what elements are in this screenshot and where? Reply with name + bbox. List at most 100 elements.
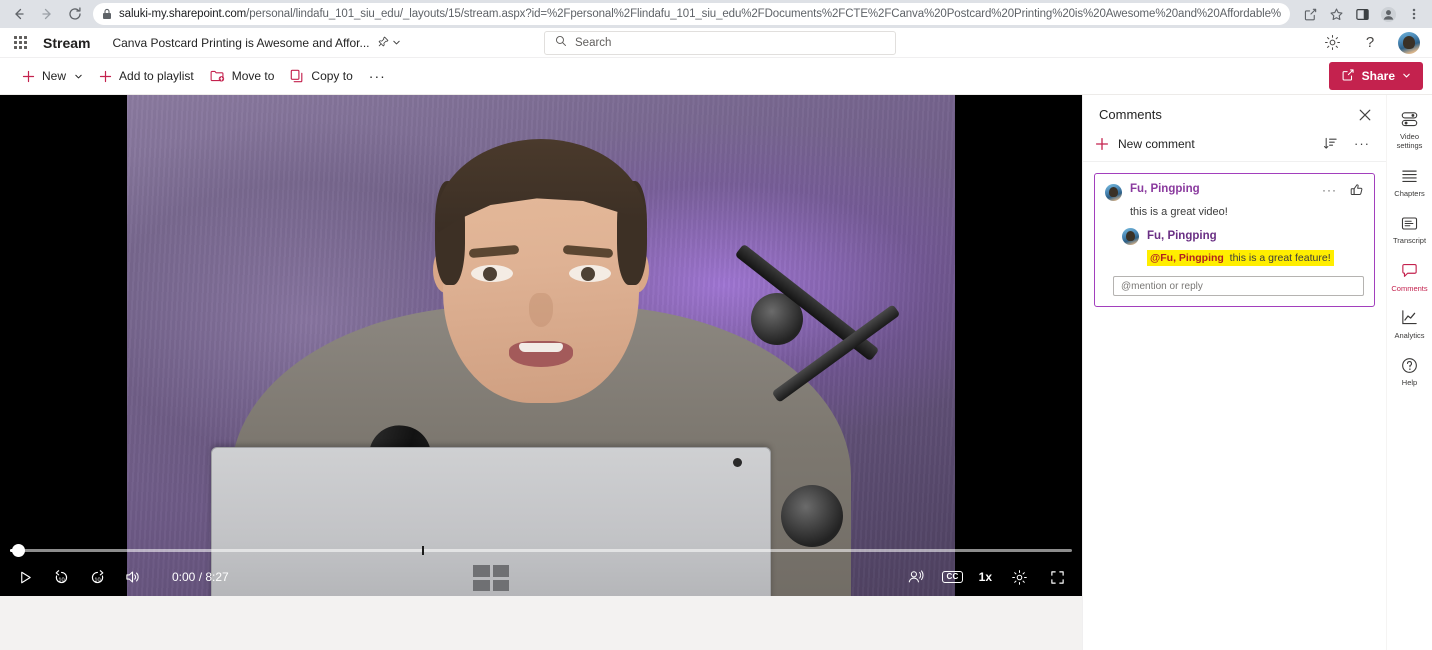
progress-bar[interactable] xyxy=(10,543,1072,557)
forward-arrow-icon[interactable] xyxy=(34,1,60,27)
video-subject xyxy=(127,95,955,596)
app-brand[interactable]: Stream xyxy=(43,35,90,51)
chevron-down-icon[interactable] xyxy=(392,34,401,52)
comment-actions: ··· xyxy=(1322,183,1364,197)
pin-icon[interactable] xyxy=(378,34,389,52)
profile-icon[interactable] xyxy=(1376,2,1400,26)
move-to-label: Move to xyxy=(231,69,275,83)
new-button[interactable]: New xyxy=(14,61,91,91)
plus-icon xyxy=(22,70,35,83)
player-controls: 10 10 0:00 / 8:27 CC 1x xyxy=(0,541,1082,596)
time-display: 0:00 / 8:27 xyxy=(172,570,229,584)
url-text: saluki-my.sharepoint.com/personal/lindaf… xyxy=(119,8,1281,20)
new-comment-button[interactable]: New comment xyxy=(1095,137,1195,151)
comment-text: this is a great video! xyxy=(1130,206,1228,218)
video-frame xyxy=(127,95,955,596)
rail-label: Chapters xyxy=(1394,188,1425,198)
address-bar[interactable]: saluki-my.sharepoint.com/personal/lindaf… xyxy=(93,3,1290,25)
closed-captions-button[interactable]: CC xyxy=(942,571,963,583)
rewind-10-icon[interactable]: 10 xyxy=(50,566,72,588)
rail-item-analytics[interactable]: Analytics xyxy=(1387,308,1432,340)
comments-title: Comments xyxy=(1099,107,1162,122)
copy-to-label: Copy to xyxy=(311,69,353,83)
copy-icon xyxy=(290,69,304,83)
noise-suppression-icon[interactable] xyxy=(904,566,926,588)
control-row: 10 10 0:00 / 8:27 CC 1x xyxy=(0,558,1082,596)
add-to-playlist-label: Add to playlist xyxy=(119,69,194,83)
reply-author: Fu, Pingping xyxy=(1147,230,1217,242)
comment-marker[interactable] xyxy=(422,546,424,555)
comment-more-options-icon[interactable]: ··· xyxy=(1322,184,1337,196)
share-icon[interactable] xyxy=(1298,2,1322,26)
letterbox-right xyxy=(955,95,1082,596)
forward-10-icon[interactable]: 10 xyxy=(86,566,108,588)
avatar xyxy=(1122,228,1139,245)
search-placeholder: Search xyxy=(575,36,612,49)
command-bar: New Add to playlist Move to Copy to ··· … xyxy=(0,58,1432,95)
comments-actions: New comment ··· xyxy=(1083,132,1386,162)
overflow-menu-button[interactable]: ··· xyxy=(361,68,394,84)
close-icon[interactable] xyxy=(1358,108,1372,122)
chapters-icon xyxy=(1400,166,1419,186)
comments-panel: Comments New comment ··· Fu, Pingping ··… xyxy=(1082,95,1386,650)
svg-text:10: 10 xyxy=(94,577,100,583)
title-pin-group[interactable] xyxy=(378,34,401,52)
comment-author: Fu, Pingping xyxy=(1130,183,1200,195)
thumbs-up-icon[interactable] xyxy=(1350,183,1364,197)
three-dot-menu-icon[interactable] xyxy=(1402,2,1426,26)
volume-icon[interactable] xyxy=(122,566,144,588)
question-mark-icon[interactable]: ? xyxy=(1360,33,1380,53)
video-player[interactable]: 10 10 0:00 / 8:27 CC 1x xyxy=(0,95,1082,596)
user-avatar[interactable] xyxy=(1398,31,1420,54)
rail-item-help[interactable]: Help xyxy=(1387,355,1432,387)
share-button[interactable]: Share xyxy=(1328,62,1423,90)
mention-token: @Fu, Pingping xyxy=(1150,252,1224,264)
new-label: New xyxy=(42,69,67,83)
search-input[interactable]: Search xyxy=(544,30,896,55)
progress-thumb[interactable] xyxy=(12,544,25,557)
reload-icon[interactable] xyxy=(62,1,88,27)
main-body: 10 10 0:00 / 8:27 CC 1x Comments New com… xyxy=(0,95,1432,650)
app-launcher-icon[interactable] xyxy=(7,30,33,56)
rail-item-video-settings[interactable]: Video settings xyxy=(1387,109,1432,151)
reply-input[interactable]: @mention or reply xyxy=(1113,276,1364,297)
back-arrow-icon[interactable] xyxy=(6,1,32,27)
chevron-down-icon xyxy=(74,72,83,81)
add-to-playlist-button[interactable]: Add to playlist xyxy=(91,61,202,91)
gear-icon[interactable] xyxy=(1008,566,1030,588)
share-label: Share xyxy=(1361,69,1395,83)
chevron-down-icon xyxy=(1402,69,1411,83)
document-title: Canva Postcard Printing is Awesome and A… xyxy=(112,35,370,50)
move-folder-icon xyxy=(210,69,225,83)
rail-label: Transcript xyxy=(1392,236,1427,246)
gear-icon[interactable] xyxy=(1322,33,1342,53)
comments-more-options-icon[interactable]: ··· xyxy=(1354,136,1370,151)
reply-text-highlight: @Fu, Pingping this is a great feature! xyxy=(1147,250,1334,267)
playback-speed-button[interactable]: 1x xyxy=(979,570,992,584)
rail-item-comments[interactable]: Comments xyxy=(1387,261,1432,293)
rail-label: Comments xyxy=(1391,283,1428,293)
right-rail: Video settings Chapters Transcript Comme… xyxy=(1386,95,1432,650)
control-row-right: CC 1x xyxy=(904,566,1068,588)
search-icon xyxy=(555,34,567,52)
progress-track[interactable] xyxy=(10,549,1072,552)
play-icon[interactable] xyxy=(14,566,36,588)
app-header: Stream Canva Postcard Printing is Awesom… xyxy=(0,28,1432,58)
reply-placeholder: @mention or reply xyxy=(1121,280,1203,292)
comment-thread[interactable]: Fu, Pingping ··· this is a great video! … xyxy=(1094,173,1375,308)
star-icon[interactable] xyxy=(1324,2,1348,26)
fullscreen-icon[interactable] xyxy=(1046,566,1068,588)
side-panel-icon[interactable] xyxy=(1350,2,1374,26)
lock-icon xyxy=(102,8,112,20)
rail-item-transcript[interactable]: Transcript xyxy=(1387,213,1432,245)
reply-text: this is a great feature! xyxy=(1229,252,1331,264)
plus-icon xyxy=(1095,137,1109,151)
rail-item-chapters[interactable]: Chapters xyxy=(1387,166,1432,198)
move-to-button[interactable]: Move to xyxy=(202,61,283,91)
comment-reply: Fu, Pingping @Fu, Pingping this is a gre… xyxy=(1122,227,1364,267)
transcript-icon xyxy=(1400,213,1419,233)
copy-to-button[interactable]: Copy to xyxy=(282,61,360,91)
sort-icon[interactable] xyxy=(1323,136,1338,151)
share-icon xyxy=(1341,68,1355,85)
comments-header: Comments xyxy=(1083,95,1386,132)
